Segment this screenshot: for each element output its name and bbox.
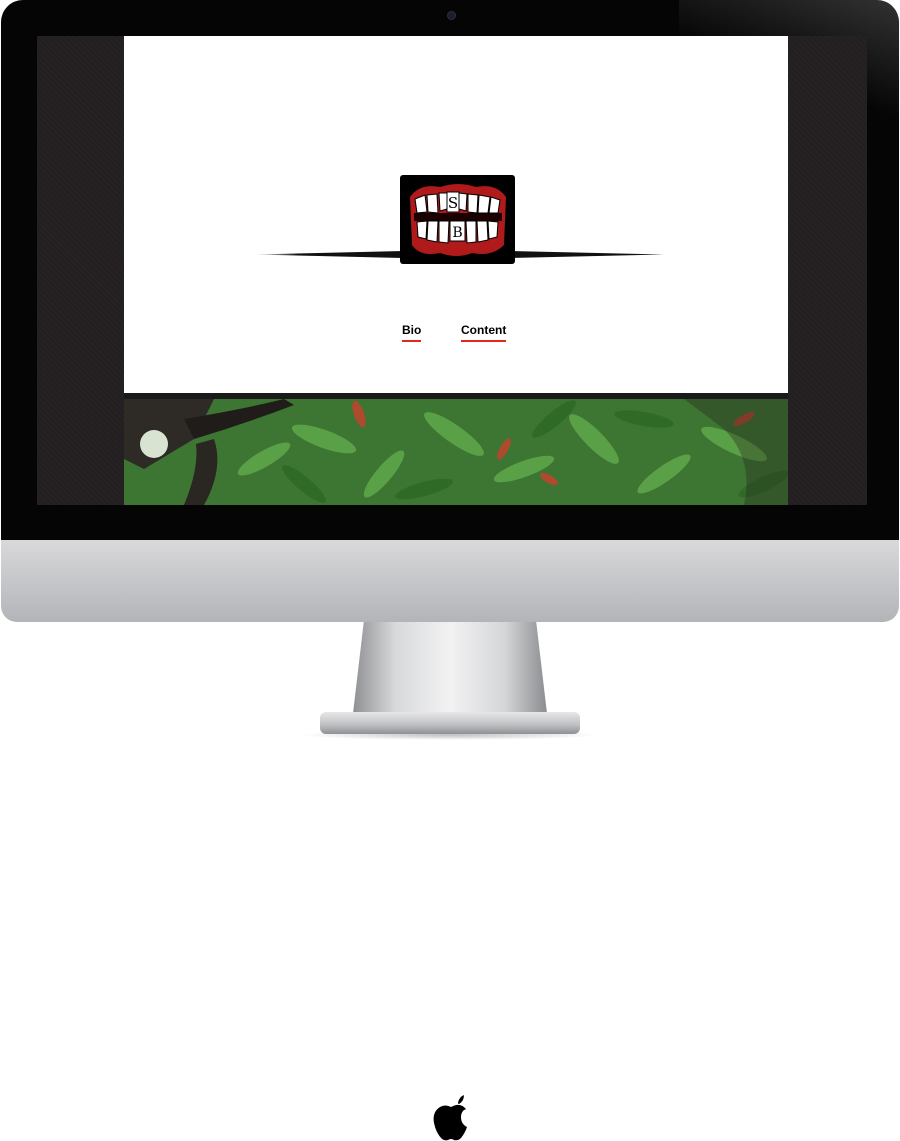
logo-letter-s: S (448, 194, 458, 212)
main-nav: Bio Content (124, 323, 788, 347)
web-page: S B Bio Content (124, 36, 788, 505)
monitor-stand (352, 622, 548, 722)
nav-link-bio[interactable]: Bio (402, 323, 422, 342)
leaves-photo (124, 399, 788, 505)
camera-icon (447, 11, 456, 20)
hero-image (124, 399, 788, 505)
screen: S B Bio Content (37, 36, 867, 505)
monitor-bezel: S B Bio Content (1, 0, 899, 540)
left-decorative-line (252, 251, 404, 258)
monitor-chin (1, 540, 899, 1141)
teeth-mouth-logo-icon: S B (410, 184, 506, 256)
right-decorative-line (510, 251, 664, 258)
nav-link-content[interactable]: Content (461, 323, 507, 342)
monitor-stand-base (320, 712, 580, 734)
logo-letter-b: B (452, 225, 462, 241)
apple-icon (433, 1095, 467, 1141)
site-logo[interactable]: S B (400, 175, 515, 264)
